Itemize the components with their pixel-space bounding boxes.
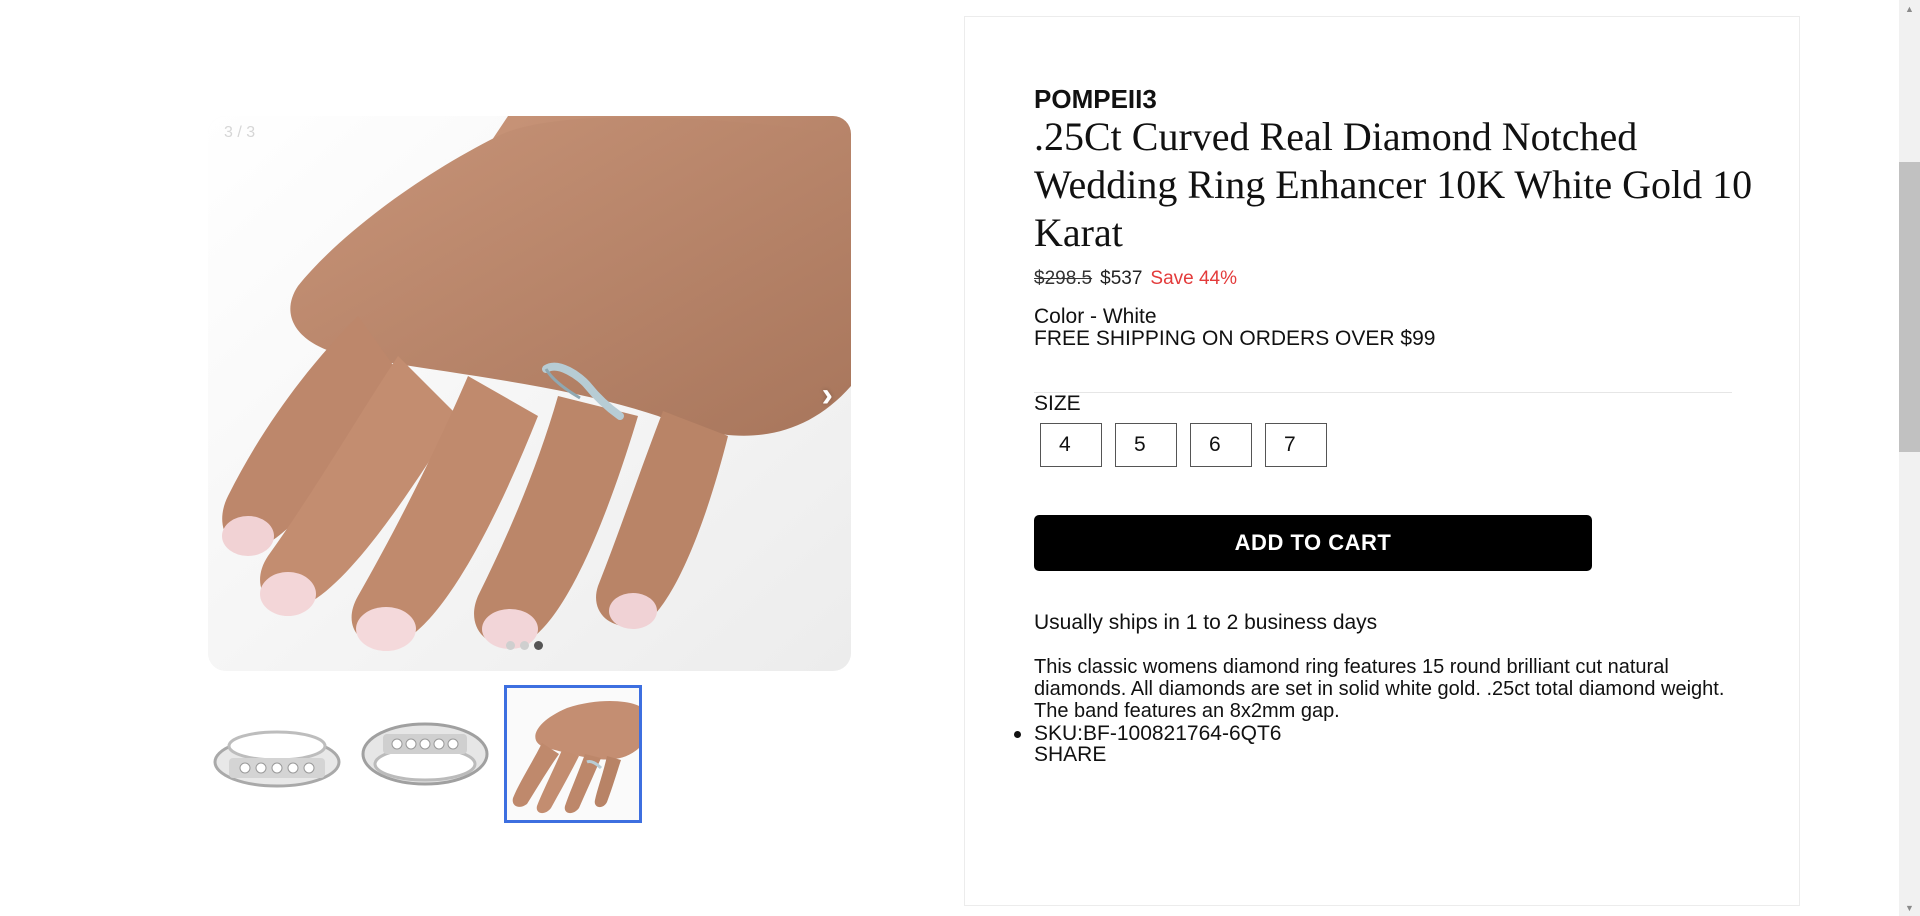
product-title: .25Ct Curved Real Diamond Notched Weddin… [1034, 114, 1753, 255]
thumbnail-ring-front[interactable] [208, 685, 346, 823]
current-price: $537 [1100, 268, 1143, 289]
savings-badge: Save 44% [1150, 268, 1238, 289]
thumbnail-ring-angle[interactable] [356, 685, 494, 823]
share-link[interactable]: SHARE [1034, 743, 1106, 767]
shipping-time: Usually ships in 1 to 2 business days [1034, 611, 1378, 634]
add-to-cart-button[interactable]: ADD TO CART [1034, 515, 1592, 571]
thumbnail-ring-on-hand[interactable] [504, 685, 642, 823]
hand-with-ring-photo [208, 116, 851, 671]
slide-dot-3[interactable] [534, 641, 543, 650]
brand-name[interactable]: POMPEII3 [1034, 84, 1157, 115]
shipping-banner: FREE SHIPPING ON ORDERS OVER $99 [1034, 327, 1436, 350]
slide-dot-1[interactable] [506, 641, 515, 650]
ring-angle-image [361, 722, 489, 786]
ring-on-hand-image [507, 688, 639, 820]
next-slide-arrow-icon[interactable]: › [822, 378, 833, 412]
size-option-4[interactable]: 4 [1040, 423, 1102, 467]
size-option-5[interactable]: 5 [1115, 423, 1177, 467]
scrollbar-track[interactable] [1899, 0, 1920, 916]
scrollbar-thumb[interactable] [1899, 162, 1920, 452]
original-price: $298.5 [1034, 268, 1093, 289]
size-label: SIZE [1034, 392, 1081, 415]
scroll-down-arrow-icon[interactable]: ▼ [1899, 899, 1920, 916]
thumbnail-strip [208, 685, 642, 823]
slide-counter: 3 / 3 [224, 124, 256, 141]
product-main-image[interactable]: 3 / 3 › [208, 116, 851, 671]
size-option-6[interactable]: 6 [1190, 423, 1252, 467]
price-row: $298.5 $537 Save 44% [1034, 268, 1237, 290]
ring-front-image [213, 730, 341, 788]
product-description: This classic womens diamond ring feature… [1034, 656, 1725, 722]
divider [1034, 392, 1732, 393]
slide-dots [506, 641, 543, 650]
size-option-7[interactable]: 7 [1265, 423, 1327, 467]
size-selector: 4 5 6 7 [1040, 423, 1327, 467]
color-option: Color - White [1034, 305, 1157, 328]
scroll-up-arrow-icon[interactable]: ▲ [1899, 0, 1920, 17]
slide-dot-2[interactable] [520, 641, 529, 650]
